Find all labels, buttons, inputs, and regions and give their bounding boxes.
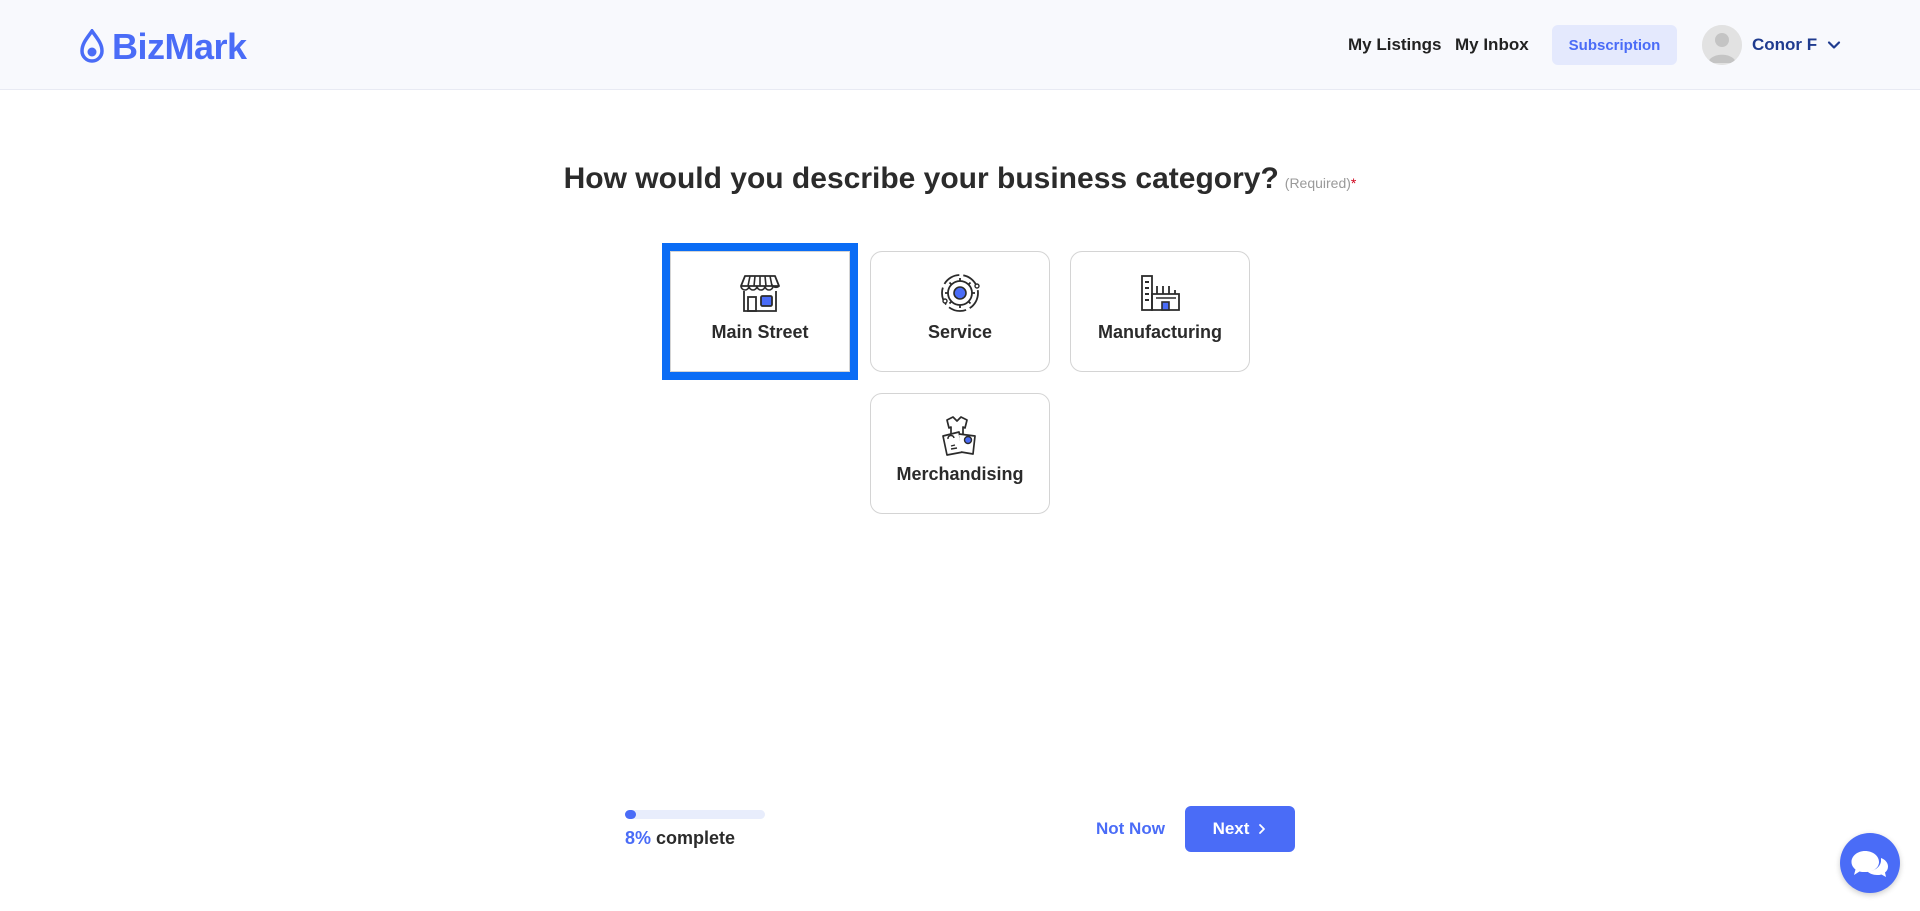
option-label: Main Street bbox=[711, 322, 809, 342]
top-header: BizMark My Listings My Inbox Subscriptio… bbox=[0, 0, 1920, 90]
progress-percent: 8% bbox=[625, 828, 652, 848]
chat-bubbles-icon bbox=[1851, 851, 1888, 877]
progress-bar bbox=[625, 810, 765, 819]
logo-text: BizMark bbox=[112, 26, 247, 67]
nav-my-inbox[interactable]: My Inbox bbox=[1455, 35, 1529, 55]
bizmark-logo[interactable]: BizMark bbox=[78, 26, 247, 68]
chat-widget-button[interactable] bbox=[1840, 833, 1900, 893]
user-silhouette-icon bbox=[1702, 25, 1742, 65]
logo-drop-icon bbox=[80, 29, 104, 63]
subscription-button[interactable]: Subscription bbox=[1552, 25, 1677, 65]
not-now-button[interactable]: Not Now bbox=[1096, 819, 1165, 839]
next-button[interactable]: Next bbox=[1185, 806, 1295, 852]
storefront-icon bbox=[740, 275, 780, 312]
option-main-street[interactable]: Main Street bbox=[662, 243, 858, 380]
required-star: * bbox=[1350, 175, 1357, 191]
option-merchandising[interactable]: Merchandising bbox=[870, 393, 1050, 514]
required-label: (Required) bbox=[1284, 175, 1351, 191]
option-manufacturing[interactable]: Manufacturing bbox=[1070, 251, 1250, 372]
chevron-right-icon bbox=[1259, 824, 1266, 834]
option-label: Manufacturing bbox=[1098, 322, 1222, 342]
question-heading: How would you describe your business cat… bbox=[0, 162, 1920, 196]
avatar bbox=[1702, 25, 1742, 65]
option-label: Merchandising bbox=[896, 464, 1024, 484]
factory-icon bbox=[1141, 275, 1180, 311]
next-label: Next bbox=[1212, 819, 1250, 838]
user-name: Conor F bbox=[1752, 35, 1818, 54]
user-menu[interactable]: Conor F bbox=[1702, 25, 1841, 65]
option-service[interactable]: Service bbox=[870, 251, 1050, 372]
option-label: Service bbox=[927, 322, 993, 342]
progress-fill bbox=[625, 810, 637, 819]
chevron-down-icon bbox=[1828, 41, 1841, 49]
shopping-bag-icon bbox=[942, 416, 976, 456]
gear-service-icon bbox=[941, 274, 980, 312]
progress-suffix: complete bbox=[656, 828, 736, 848]
question-title: How would you describe your business cat… bbox=[563, 162, 1279, 195]
nav-my-listings[interactable]: My Listings bbox=[1348, 35, 1442, 55]
progress-label: 8% complete bbox=[625, 828, 735, 849]
